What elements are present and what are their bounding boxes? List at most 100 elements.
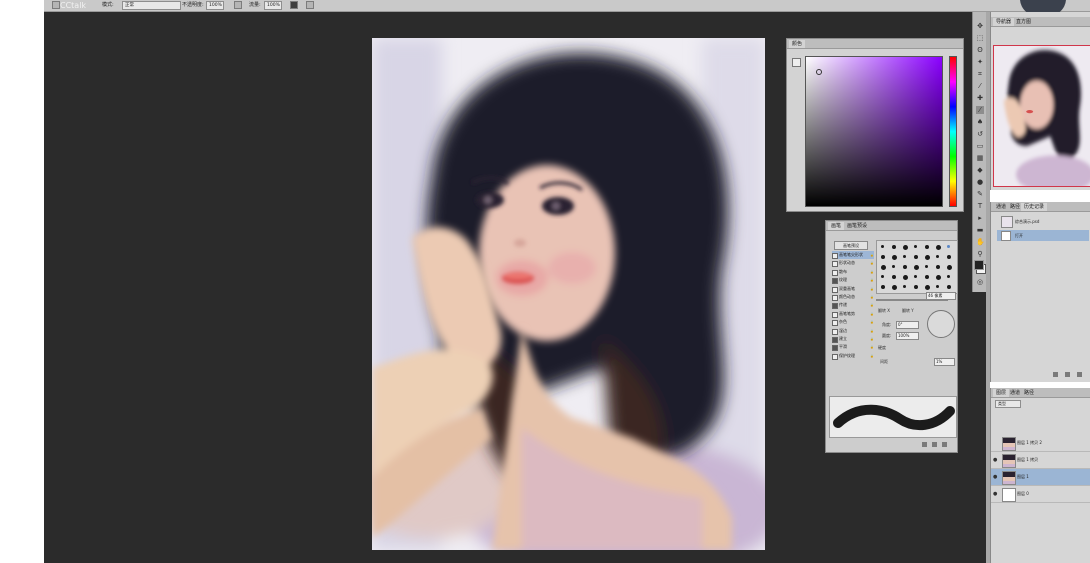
brush-setting-item[interactable]: 散布 🔒 [832, 268, 874, 276]
quick-mask-icon[interactable]: ◎ [976, 278, 984, 286]
tab-history[interactable]: 历史记录 [1021, 203, 1048, 211]
new-preset-icon[interactable] [932, 442, 937, 447]
lock-icon[interactable]: 🔒 [870, 343, 874, 351]
brush-setting-item[interactable]: 颜色动态 🔒 [832, 293, 874, 301]
flip-x-checkbox[interactable]: 翻转 X [878, 308, 890, 314]
brush-setting-checkbox[interactable] [832, 336, 838, 343]
history-snapshot[interactable]: 综合演示.psd [997, 216, 1089, 228]
lock-icon[interactable]: 🔒 [870, 310, 874, 318]
lock-icon[interactable]: 🔒 [870, 268, 874, 276]
brush-setting-item[interactable]: 传递 🔒 [832, 301, 874, 310]
navigator-preview[interactable] [993, 45, 1090, 187]
brush-presets-button[interactable]: 画笔预设 [834, 241, 868, 250]
brush-setting-item[interactable]: 画笔笔势 🔒 [832, 310, 874, 318]
brush-setting-checkbox[interactable] [832, 353, 838, 360]
roundness-input[interactable]: 100% [896, 332, 919, 340]
brush-tip-thumbnail[interactable] [903, 275, 908, 280]
lock-icon[interactable]: 🔒 [870, 285, 874, 293]
brush-tip-thumbnail[interactable] [925, 245, 929, 249]
brush-setting-checkbox[interactable] [832, 269, 838, 276]
lock-icon[interactable]: 🔒 [870, 251, 874, 259]
tab-brush[interactable]: 画笔 [828, 222, 845, 230]
brush-setting-item[interactable]: 双重画笔 🔒 [832, 285, 874, 293]
path-select-icon[interactable]: ▸ [976, 214, 984, 222]
painting-canvas[interactable] [372, 38, 765, 550]
brush-tip-thumbnail[interactable] [947, 265, 952, 270]
brush-tip-thumbnail[interactable] [925, 285, 930, 290]
brush-tip-thumbnail[interactable] [903, 245, 908, 250]
brush-size-slider[interactable] [876, 299, 948, 301]
brush-tip-thumbnail[interactable] [947, 285, 951, 289]
eraser-tool-icon[interactable]: ▭ [976, 142, 984, 150]
type-tool-icon[interactable]: T [976, 202, 984, 210]
layer-row[interactable]: ● 图层 0 [991, 486, 1090, 503]
brush-tip-thumbnail[interactable] [925, 275, 929, 279]
brush-tip-thumbnail[interactable] [936, 245, 941, 250]
brush-setting-checkbox[interactable] [832, 311, 838, 318]
angle-input[interactable]: 0° [896, 321, 919, 329]
pressure-opacity-icon[interactable] [234, 1, 242, 9]
eyedropper-tool-icon[interactable]: ⁄ [976, 82, 984, 90]
brush-tip-thumbnail[interactable] [881, 255, 885, 259]
brush-tip-thumbnail[interactable] [892, 275, 896, 279]
brush-setting-item[interactable]: 建立 🔒 [832, 335, 874, 343]
brush-tip-thumbnail[interactable] [914, 245, 917, 248]
brush-tip-thumbnail[interactable] [914, 255, 918, 259]
foreground-color-swatch[interactable] [974, 260, 984, 270]
tab-navigator[interactable]: 导航器 [993, 18, 1015, 26]
brush-setting-item[interactable]: 纹理 🔒 [832, 276, 874, 285]
brush-tip-thumbnail[interactable] [903, 265, 907, 269]
brush-setting-checkbox[interactable] [832, 303, 838, 310]
saturation-brightness-field[interactable] [805, 56, 943, 207]
lock-icon[interactable]: 🔒 [870, 352, 874, 360]
tab-histogram[interactable]: 直方图 [1013, 18, 1034, 26]
crop-tool-icon[interactable]: ⌗ [976, 70, 984, 78]
brush-tip-thumbnail[interactable] [925, 265, 928, 268]
lock-icon[interactable]: 🔒 [870, 335, 874, 343]
magic-wand-icon[interactable]: ✦ [976, 58, 984, 66]
brush-setting-item[interactable]: 杂色 🔒 [832, 318, 874, 327]
zoom-tool-icon[interactable]: ⚲ [976, 250, 984, 258]
brush-setting-checkbox[interactable] [832, 320, 838, 327]
history-snapshot-icon[interactable] [1053, 372, 1058, 377]
brush-tip-thumbnail[interactable] [892, 255, 897, 260]
brush-panel-toggle-icon[interactable] [922, 442, 927, 447]
hue-slider[interactable] [949, 56, 957, 207]
brush-tip-thumbnail[interactable] [881, 265, 886, 270]
brush-tip-thumbnail[interactable] [914, 275, 917, 278]
brush-tip-thumbnail[interactable] [892, 265, 895, 268]
brush-tip-thumbnail[interactable] [936, 255, 939, 258]
brush-tip-thumbnail[interactable] [936, 285, 939, 288]
stamp-tool-icon[interactable]: ♠ [976, 118, 984, 126]
hand-tool-icon[interactable]: ✋ [976, 238, 985, 246]
history-state-open[interactable]: 打开 [997, 230, 1089, 241]
brush-tip-thumbnail[interactable] [914, 285, 918, 289]
brush-tip-thumbnail[interactable] [925, 255, 930, 260]
brush-tip-thumbnail[interactable] [903, 285, 906, 288]
gradient-tool-icon[interactable]: ▦ [976, 154, 984, 162]
color-picker-ring[interactable] [816, 69, 822, 75]
spacing-checkbox[interactable]: 间距 [880, 359, 888, 365]
flip-y-checkbox[interactable]: 翻转 Y [902, 308, 914, 314]
brush-tip-thumbnail[interactable] [947, 255, 951, 259]
brush-tip-thumbnail[interactable] [892, 245, 896, 249]
brush-panel-menu-icon[interactable] [942, 442, 947, 447]
tab-brush-presets[interactable]: 画笔预设 [844, 222, 870, 230]
spacing-input[interactable]: 1% [934, 358, 955, 366]
marquee-tool-icon[interactable]: ⬚ [976, 34, 984, 42]
layer-row[interactable]: 图层 1 拷贝 2 [991, 435, 1090, 452]
brush-tip-thumbnail[interactable] [881, 275, 884, 278]
brush-setting-item[interactable]: 画笔笔尖形状 🔒 [832, 251, 874, 260]
pressure-size-icon[interactable] [306, 1, 314, 9]
brush-setting-item[interactable]: 平滑 🔒 [832, 343, 874, 352]
history-trash-icon[interactable] [1077, 372, 1082, 377]
brush-tip-thumbnail[interactable] [947, 245, 950, 248]
brush-tip-thumbnail[interactable] [947, 275, 950, 278]
tab-layer-paths[interactable]: 路径 [1021, 389, 1037, 397]
mode-select[interactable]: 正常 [122, 1, 181, 10]
foreground-swatch[interactable] [792, 58, 801, 67]
healing-tool-icon[interactable]: ✚ [976, 94, 984, 102]
history-new-doc-icon[interactable] [1065, 372, 1070, 377]
brush-setting-item[interactable]: 形状动态 🔒 [832, 259, 874, 268]
brush-setting-item[interactable]: 湿边 🔒 [832, 327, 874, 335]
